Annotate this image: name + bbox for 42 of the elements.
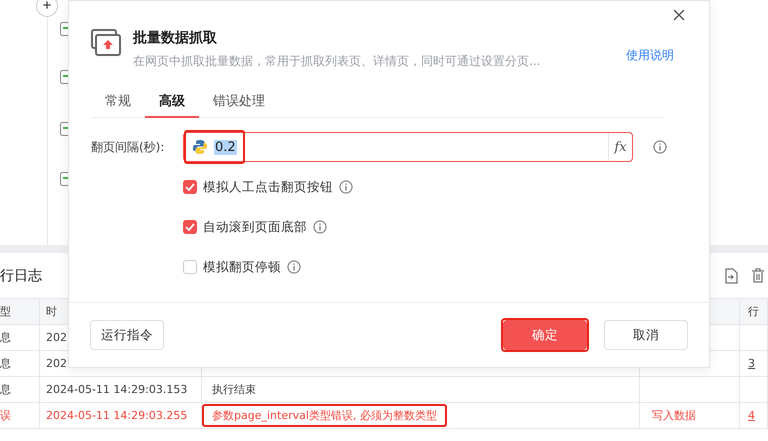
checkbox[interactable] [183,220,197,234]
table-cell: 误 [0,403,40,428]
cancel-button[interactable]: 取消 [604,320,688,350]
info-icon [313,220,327,234]
table-cell: 息 [0,325,40,350]
log-message: 参数page_interval类型错误, 必须为整数类型 [202,404,447,427]
python-icon [192,139,208,155]
delete-icon[interactable] [752,268,764,283]
run-command-button[interactable]: 运行指令 [90,320,164,350]
close-icon[interactable] [671,7,687,23]
add-button[interactable]: + [36,0,58,17]
formula-button[interactable]: fx [608,133,632,161]
table-cell: 2024-05-11 14:29:03.255 [40,403,202,428]
table-cell: 写入数据 [640,403,740,428]
field-label: 翻页间隔(秒): [91,138,166,156]
line-number-link[interactable]: 3 [740,351,768,376]
info-icon [287,260,301,274]
interval-field[interactable]: 0.2 fx [183,132,633,162]
log-message: 执行结束 [211,382,257,398]
info-icon [653,140,667,154]
option-label: 模拟人工点击翻页按钮 [203,178,333,196]
column-header: 行 [740,299,768,324]
option-label: 自动滚到页面底部 [203,218,307,236]
table-cell: 息 [0,377,40,402]
window-upload-icon [91,29,121,57]
help-link[interactable]: 使用说明 [626,47,674,64]
column-header: 型 [0,299,40,324]
checkbox[interactable] [183,180,197,194]
tab[interactable]: 高级 [145,86,199,118]
checkbox[interactable] [183,260,197,274]
log-title: 行日志 [0,266,42,284]
line-number-link[interactable]: 4 [740,403,768,428]
tab[interactable]: 错误处理 [199,86,279,118]
option-label: 模拟翻页停顿 [203,258,281,276]
export-icon[interactable] [725,268,738,284]
table-cell: 2024-05-11 14:29:03.153 [40,377,202,402]
dialog-description: 在网页中抓取批量数据，常用于抓取列表页、详情页，同时可通过设置分页... [133,53,542,70]
tab[interactable]: 常规 [91,86,145,118]
info-icon [339,180,353,194]
dialog-title: 批量数据抓取 [133,29,218,47]
table-cell: 息 [0,351,40,376]
field-value: 0.2 [214,140,237,154]
